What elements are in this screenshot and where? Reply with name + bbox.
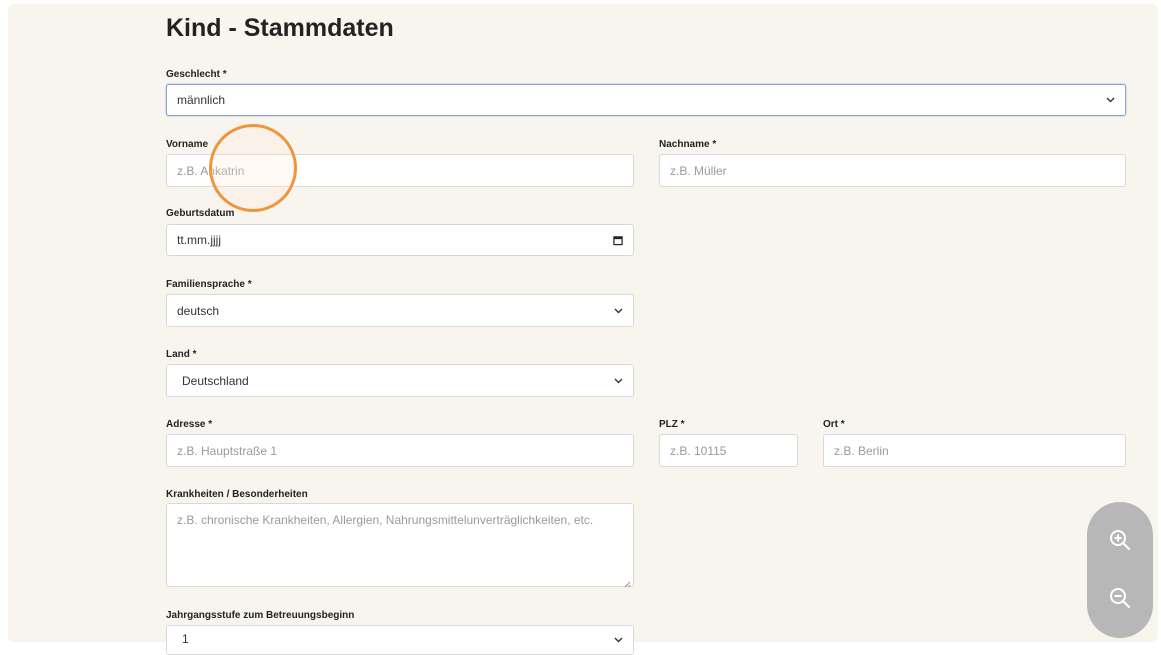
geburtsdatum-label: Geburtsdatum [166,208,235,219]
vorname-placeholder: z.B. Ankatrin [177,163,245,178]
land-label: Land * [166,349,197,360]
chevron-down-icon [613,635,623,645]
vorname-label: Vorname [166,139,209,150]
ort-label: Ort * [823,419,845,430]
zoom-out-icon [1110,588,1131,609]
resize-handle-icon[interactable] [623,576,631,588]
familiensprache-value: deutsch [177,303,220,318]
land-select[interactable]: Deutschland [166,364,634,397]
zoom-in-button[interactable] [1104,524,1136,556]
ort-placeholder: z.B. Berlin [834,443,889,458]
nachname-label: Nachname * [659,139,717,150]
adresse-placeholder: z.B. Hauptstraße 1 [177,443,278,458]
ort-input[interactable]: z.B. Berlin [823,434,1126,467]
krankheiten-textarea[interactable]: z.B. chronische Krankheiten, Allergien, … [166,503,634,588]
jahrgangsstufe-value: 1 [182,632,189,646]
geburtsdatum-input[interactable]: tt.mm.jjjj [166,224,634,256]
familiensprache-label: Familiensprache * [166,279,252,290]
land-value: Deutschland [182,373,249,388]
plz-input[interactable]: z.B. 10115 [659,434,798,467]
geburtsdatum-value: tt.mm.jjjj [177,233,221,247]
plz-placeholder: z.B. 10115 [670,443,727,458]
page-title: Kind - Stammdaten [166,14,394,42]
adresse-label: Adresse * [166,419,213,430]
familiensprache-select[interactable]: deutsch [166,294,634,327]
geschlecht-value: männlich [177,93,226,107]
zoom-out-button[interactable] [1104,582,1136,614]
chevron-down-icon [613,376,623,386]
zoom-in-icon [1110,530,1131,551]
jahrgangsstufe-label: Jahrgangsstufe zum Betreuungsbeginn [166,610,355,621]
nachname-input[interactable]: z.B. Müller [659,154,1126,187]
krankheiten-placeholder: z.B. chronische Krankheiten, Allergien, … [177,513,594,527]
chevron-down-icon [613,306,623,316]
vorname-input[interactable]: z.B. Ankatrin [166,154,634,187]
adresse-input[interactable]: z.B. Hauptstraße 1 [166,434,634,467]
geschlecht-select[interactable]: männlich [166,84,1126,116]
zoom-controls [1087,502,1153,638]
calendar-icon[interactable] [613,235,623,245]
plz-label: PLZ * [659,419,685,430]
geschlecht-label: Geschlecht * [166,69,227,80]
nachname-placeholder: z.B. Müller [670,163,727,178]
chevron-down-icon [1105,95,1115,105]
jahrgangsstufe-select[interactable]: 1 [166,625,634,655]
krankheiten-label: Krankheiten / Besonderheiten [166,489,308,500]
